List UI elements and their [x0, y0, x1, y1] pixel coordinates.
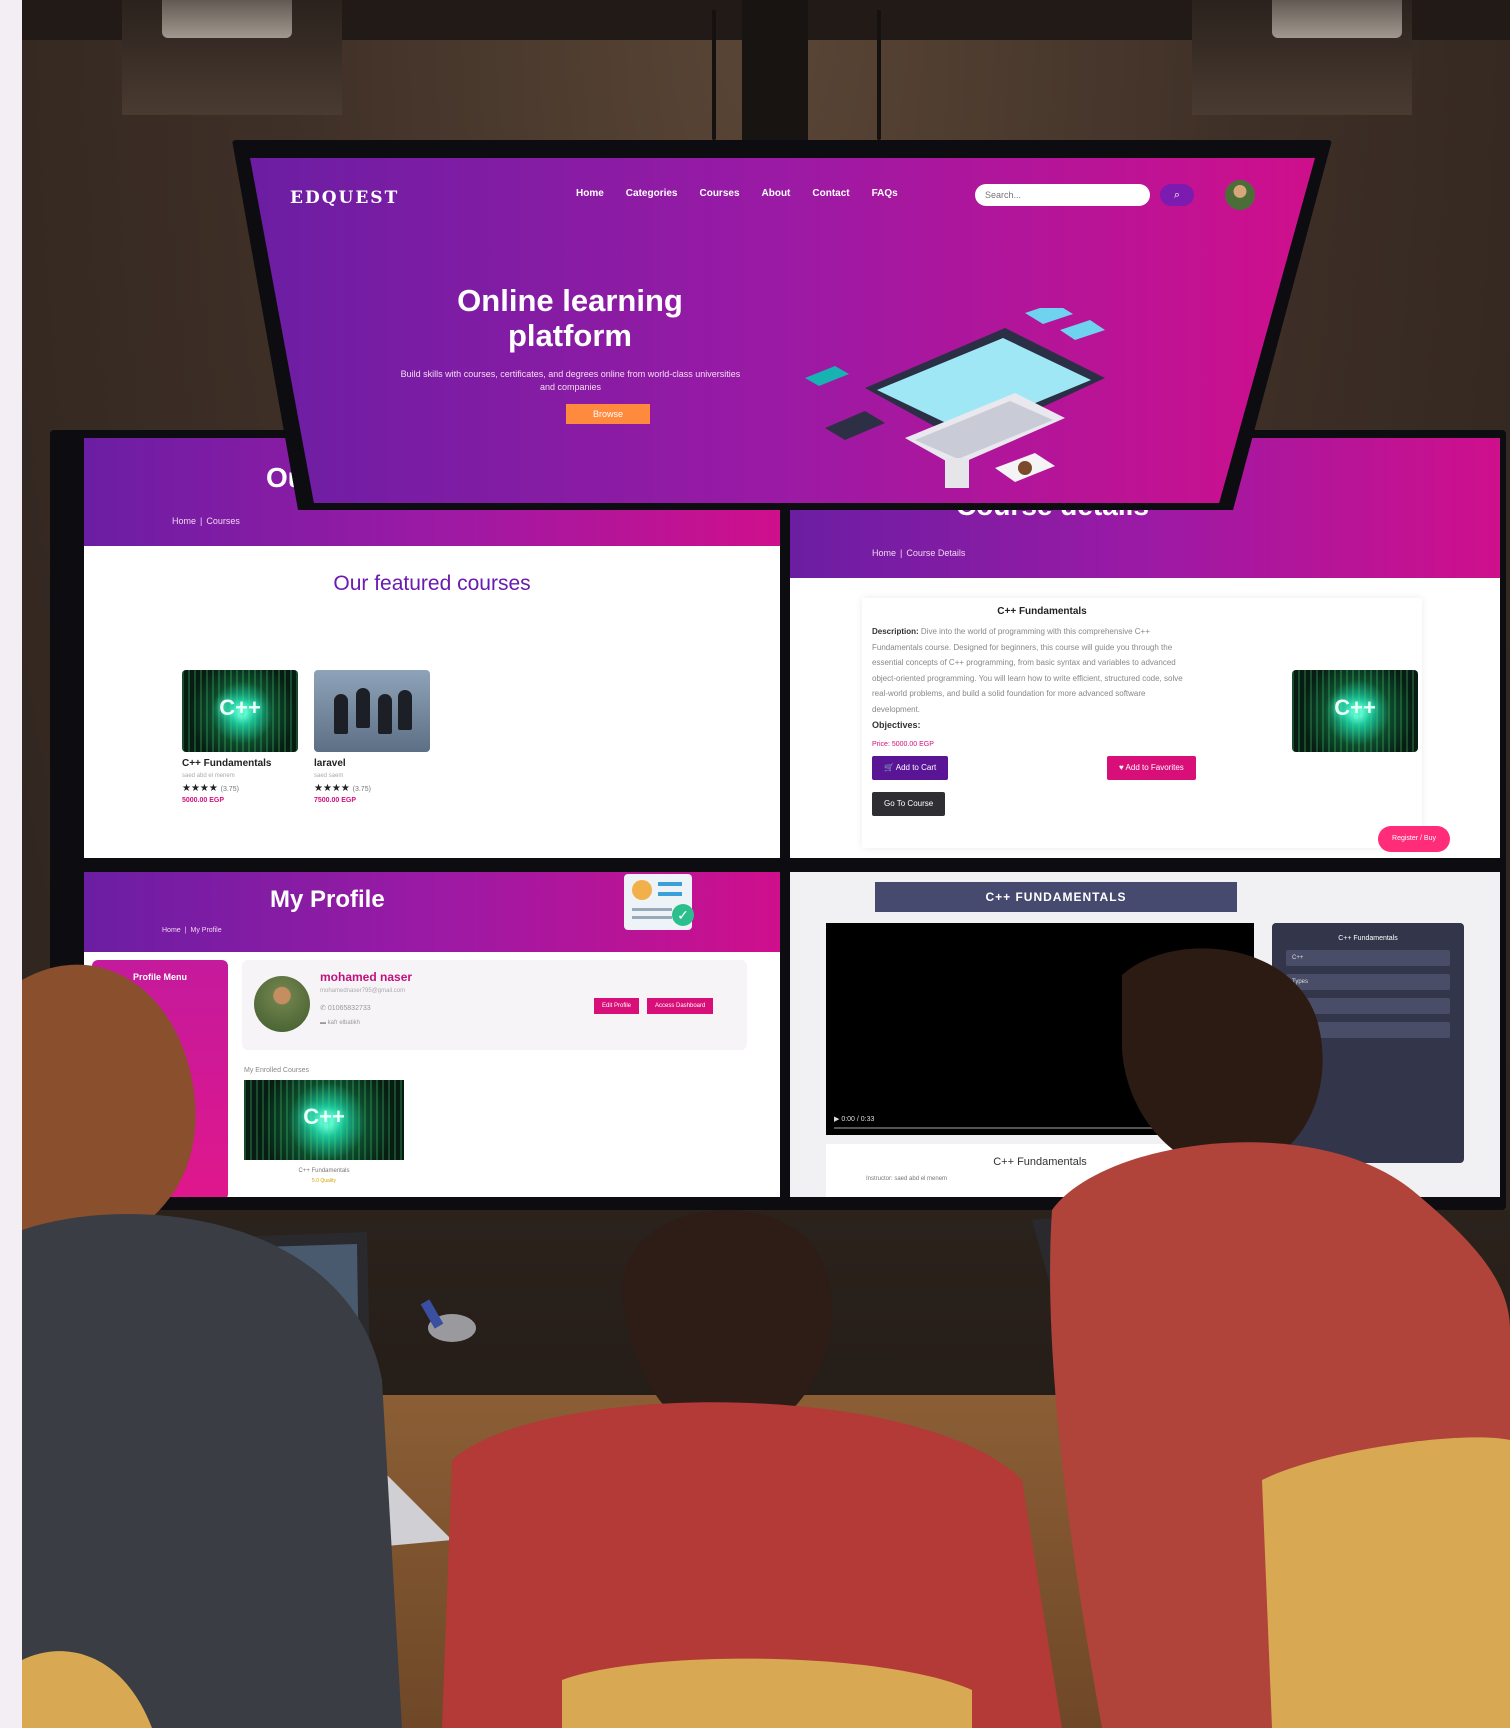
- nav-home[interactable]: Home: [576, 188, 604, 199]
- browse-button[interactable]: Browse: [566, 404, 650, 424]
- description-label: Description:: [872, 627, 919, 636]
- course-price: Price: 5000.00 EGP: [872, 741, 934, 748]
- objectives-label: Objectives:: [872, 720, 921, 730]
- course-card[interactable]: laravel saed saem ★★★★ (3.75) 7500.00 EG…: [314, 670, 430, 804]
- add-to-cart-button[interactable]: 🛒 Add to Cart: [872, 756, 949, 780]
- add-to-cart-label: Add to Cart: [895, 763, 937, 772]
- user-avatar[interactable]: [1225, 180, 1255, 210]
- course-description: Description: Dive into the world of prog…: [872, 624, 1192, 717]
- add-to-favorites-label: Add to Favorites: [1125, 763, 1184, 772]
- homepage-screen: EDQUEST Home Categories Courses About Co…: [250, 158, 1315, 503]
- breadcrumb: Home | Courses: [172, 516, 240, 526]
- hero-subtitle: Build skills with courses, certificates,…: [400, 369, 741, 392]
- thumbnail-text: C++: [1334, 694, 1376, 720]
- hero-title-line-1: Online learning: [457, 283, 683, 318]
- site-logo[interactable]: EDQUEST: [290, 188, 399, 208]
- course-price: 5000.00 EGP: [182, 797, 225, 804]
- search-icon: ⌕: [1173, 189, 1181, 201]
- breadcrumb-courses[interactable]: Courses: [206, 516, 240, 526]
- rating: ★★★★ (3.75): [182, 783, 298, 794]
- search-button[interactable]: ⌕: [1160, 184, 1194, 206]
- rating-value: (3.75): [220, 786, 239, 793]
- course-instructor: saed abd el menem: [182, 773, 235, 779]
- course-title[interactable]: C++ Fundamentals: [182, 758, 298, 769]
- nav-courses[interactable]: Courses: [699, 188, 739, 199]
- course-price: 7500.00 EGP: [314, 797, 357, 804]
- laptop-illustration: [805, 308, 1105, 488]
- course-thumbnail: C++: [1292, 670, 1418, 752]
- go-to-course-button[interactable]: Go To Course: [872, 792, 946, 816]
- star-icons: ★★★★: [314, 783, 350, 794]
- ceiling-mount-pole: [742, 0, 808, 140]
- cart-icon: 🛒: [884, 763, 896, 772]
- course-detail-card: C++ Fundamentals Description: Dive into …: [862, 598, 1422, 848]
- nav-about[interactable]: About: [762, 188, 791, 199]
- breadcrumb-home[interactable]: Home: [172, 516, 196, 526]
- nav-faqs[interactable]: FAQs: [872, 188, 898, 199]
- course-card[interactable]: C++ C++ Fundamentals saed abd el menem ★…: [182, 670, 298, 804]
- breadcrumb-home[interactable]: Home: [872, 548, 896, 558]
- hero-title-line-2: platform: [508, 318, 632, 353]
- breadcrumb-course-details[interactable]: Course Details: [906, 548, 965, 558]
- course-thumbnail[interactable]: [314, 670, 430, 752]
- description-text: Dive into the world of programming with …: [872, 627, 1183, 714]
- breadcrumb: Home | Course Details: [872, 548, 966, 558]
- nav-categories[interactable]: Categories: [626, 188, 678, 199]
- conference-room-scene: Our Home | Courses Our featured courses C+…: [22, 0, 1510, 1728]
- hero-title: Online learning platform: [395, 283, 745, 353]
- ceiling-light-left: [162, 0, 292, 38]
- cable: [877, 10, 881, 140]
- course-instructor: saed saem: [314, 773, 344, 779]
- rating-value: (3.75): [352, 786, 371, 793]
- search-input[interactable]: [975, 184, 1150, 206]
- ceiling-light-right: [1272, 0, 1402, 38]
- star-icons: ★★★★: [182, 783, 218, 794]
- course-thumbnail[interactable]: C++: [182, 670, 298, 752]
- main-nav: Home Categories Courses About Contact FA…: [576, 188, 898, 199]
- course-title[interactable]: laravel: [314, 758, 430, 769]
- nav-contact[interactable]: Contact: [812, 188, 849, 199]
- add-to-favorites-button[interactable]: ♥ Add to Favorites: [1107, 756, 1196, 780]
- course-name: C++ Fundamentals: [997, 606, 1087, 617]
- register-buy-button[interactable]: Register / Buy: [1378, 826, 1450, 852]
- rating: ★★★★ (3.75): [314, 783, 430, 794]
- cable: [712, 10, 716, 140]
- thumbnail-text: C++: [219, 694, 261, 720]
- section-heading: Our featured courses: [333, 572, 531, 595]
- audience-people: [22, 948, 1510, 1728]
